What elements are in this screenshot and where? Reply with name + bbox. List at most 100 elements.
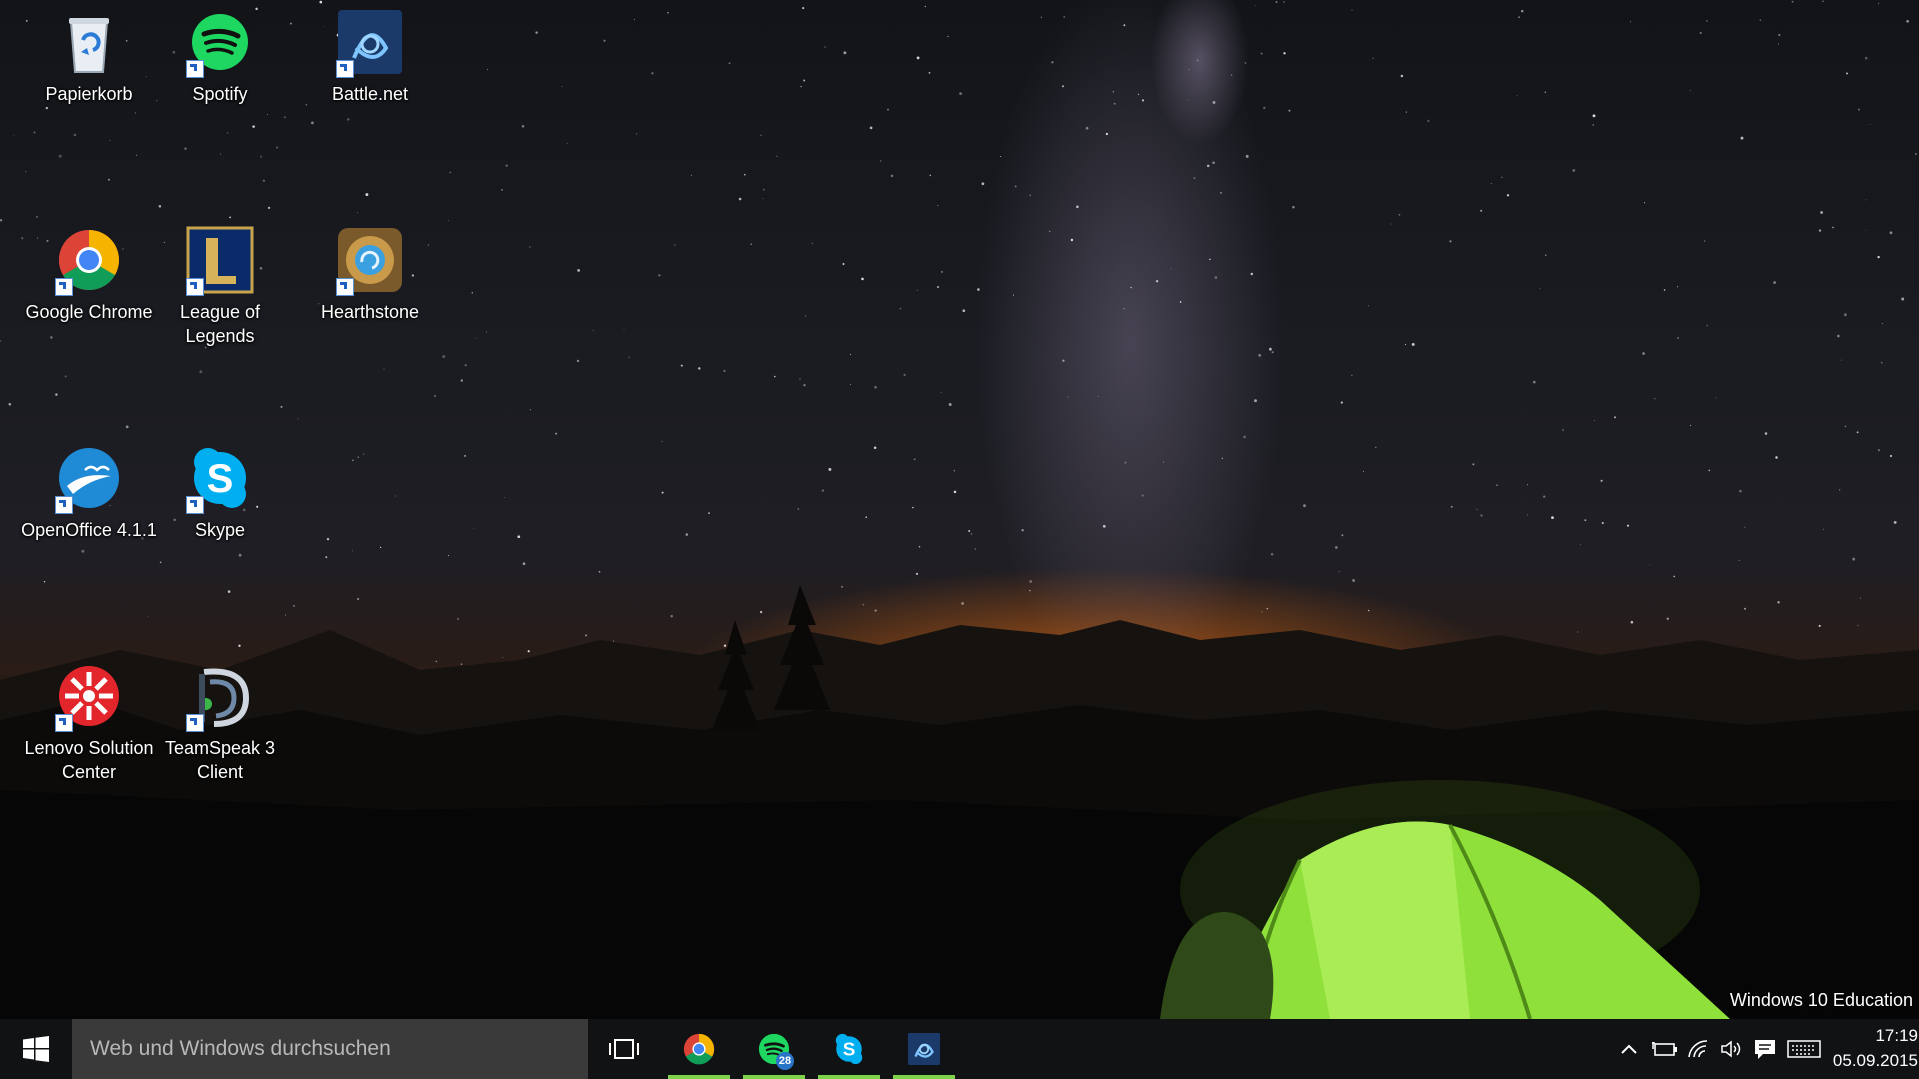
star <box>505 164 508 167</box>
windows-edition-watermark: Windows 10 Education <box>1729 990 1913 1010</box>
star <box>0 219 3 222</box>
star <box>73 133 77 137</box>
touch-keyboard-button[interactable] <box>1786 1037 1822 1061</box>
star <box>1677 336 1680 340</box>
desktop-icon-recycle-bin[interactable]: Papierkorb <box>14 8 164 106</box>
star <box>1699 31 1702 35</box>
star <box>916 56 920 60</box>
desktop-icon-skype[interactable]: S Skype <box>145 444 295 542</box>
star <box>394 495 397 497</box>
star <box>1832 226 1834 229</box>
star <box>1677 286 1679 288</box>
star <box>1840 359 1842 361</box>
star <box>970 533 973 535</box>
star <box>947 35 949 38</box>
desktop-icon-lenovo-solution-center[interactable]: Lenovo Solution Center <box>14 662 164 784</box>
star <box>628 356 630 358</box>
star <box>824 46 826 48</box>
star <box>890 174 894 178</box>
star <box>774 375 776 378</box>
star <box>977 288 980 291</box>
star <box>1654 397 1656 400</box>
star <box>723 370 726 373</box>
start-button[interactable] <box>0 1019 72 1079</box>
shortcut-arrow-icon <box>186 60 204 78</box>
star <box>953 470 955 472</box>
star <box>464 455 466 457</box>
star <box>1283 1 1285 3</box>
star <box>762 188 765 191</box>
desktop[interactable]: Papierkorb Spotify Battle.net Google Chr… <box>0 0 1919 1019</box>
star <box>266 113 268 115</box>
star <box>674 244 676 246</box>
star <box>1843 313 1847 317</box>
star <box>1270 553 1274 556</box>
taskbar-app-battlenet[interactable] <box>893 1019 955 1079</box>
star <box>661 491 664 494</box>
desktop-icon-teamspeak[interactable]: TeamSpeak 3 Client <box>145 662 295 784</box>
star <box>1878 3 1880 5</box>
star <box>1520 9 1524 13</box>
star <box>1258 354 1262 357</box>
star <box>974 548 976 550</box>
star <box>1063 16 1065 18</box>
star <box>821 489 825 492</box>
desktop-icon-label: League of Legends <box>179 302 261 346</box>
star <box>1539 288 1541 289</box>
desktop-icon-battlenet[interactable]: Battle.net <box>295 8 445 106</box>
star <box>1061 85 1065 88</box>
action-center-button[interactable] <box>1752 1037 1778 1061</box>
star <box>1501 176 1503 178</box>
star <box>1405 111 1407 113</box>
star <box>1580 543 1581 545</box>
clock[interactable]: 17:19 05.09.2015 <box>1833 1019 1919 1079</box>
star <box>8 403 12 406</box>
shortcut-arrow-icon <box>55 278 73 296</box>
star <box>1051 61 1054 64</box>
star <box>880 160 882 162</box>
task-view-button[interactable] <box>600 1019 648 1079</box>
star <box>1067 396 1069 398</box>
battlenet-icon <box>907 1032 941 1066</box>
search-input[interactable]: Web und Windows durchsuchen <box>72 1019 588 1079</box>
star <box>1551 516 1554 520</box>
show-hidden-icons-button[interactable] <box>1616 1037 1642 1061</box>
volume-button[interactable] <box>1718 1037 1744 1061</box>
star <box>35 215 39 218</box>
star <box>475 337 477 339</box>
star <box>1212 101 1216 104</box>
star <box>708 512 710 514</box>
shortcut-arrow-icon <box>186 714 204 732</box>
star <box>1400 74 1404 78</box>
shortcut-arrow-icon <box>336 60 354 78</box>
star <box>297 418 299 420</box>
star <box>873 446 877 449</box>
taskbar-app-skype[interactable]: S <box>818 1019 880 1079</box>
desktop-icon-league-of-legends[interactable]: League of Legends <box>145 226 295 348</box>
star <box>658 274 661 277</box>
chrome-icon <box>683 1033 715 1065</box>
star <box>357 212 359 214</box>
star <box>1480 209 1483 212</box>
star <box>134 112 136 114</box>
battery-button[interactable] <box>1652 1037 1678 1061</box>
star <box>125 425 129 429</box>
desktop-icon-chrome[interactable]: Google Chrome <box>14 226 164 324</box>
taskbar-app-chrome[interactable] <box>668 1019 730 1079</box>
star <box>1775 456 1778 459</box>
star <box>850 354 851 355</box>
network-button[interactable] <box>1686 1037 1712 1061</box>
desktop-icon-openoffice[interactable]: OpenOffice 4.1.1 <box>14 444 164 542</box>
star <box>58 154 62 158</box>
desktop-icon-hearthstone[interactable]: Hearthstone <box>295 226 445 324</box>
desktop-icon-spotify[interactable]: Spotify <box>145 8 295 106</box>
star <box>1545 254 1547 256</box>
star <box>744 174 746 176</box>
star <box>50 336 53 339</box>
taskbar-app-spotify[interactable]: 28 <box>743 1019 805 1079</box>
desktop-icon-label: Spotify <box>192 84 248 104</box>
star <box>501 189 503 191</box>
star <box>460 379 463 382</box>
star <box>667 12 669 14</box>
star <box>1901 297 1905 301</box>
